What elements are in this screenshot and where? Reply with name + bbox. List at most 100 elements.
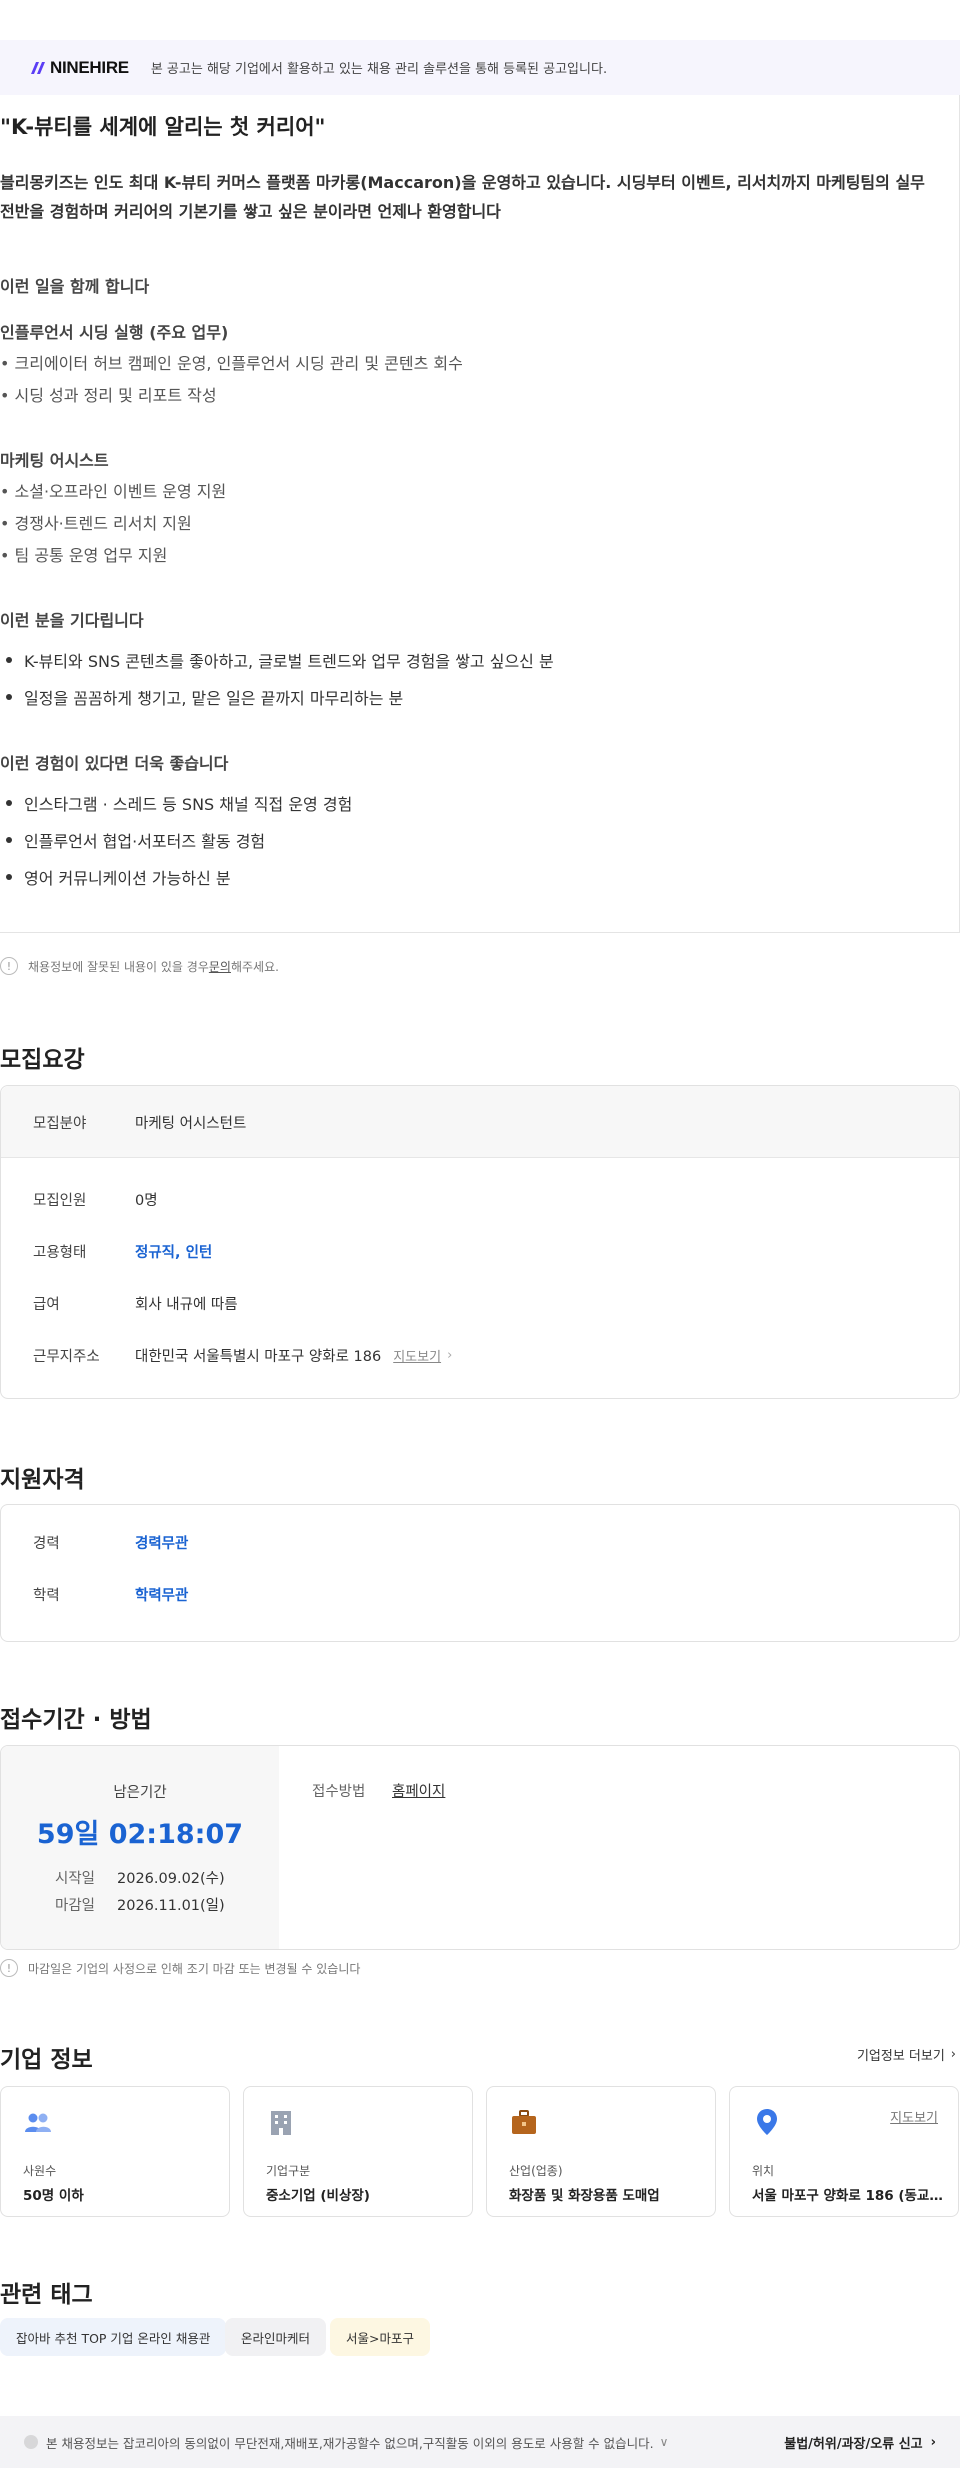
- end-label: 마감일: [55, 1898, 96, 1914]
- recruit-card: 모집분야 마케팅 어시스턴트 모집인원 0명 고용형태 정규직, 인턴 급여 회사 내규…: [0, 1085, 960, 1399]
- company-card-employees: 사원수 50명 이하: [0, 2086, 230, 2217]
- apply-card: 남은기간 59일 02:18:07 시작일 2026.09.02(수) 마감일 20…: [0, 1745, 960, 1950]
- chevron-right-icon: ›: [447, 1348, 453, 1363]
- recruit-field: 모집분야 마케팅 어시스턴트: [33, 1112, 246, 1133]
- wait-section-title: 이런 분을 기다립니다: [0, 611, 144, 630]
- career-value: 경력무관: [135, 1536, 189, 1552]
- company-section-title: 기업 정보: [0, 2047, 93, 2073]
- more-link-text: 기업정보 더보기: [856, 2049, 945, 2064]
- seeding-title: 인플루언서 시딩 실행 (주요 업무): [0, 323, 229, 342]
- card-label: 위치: [752, 2164, 775, 2178]
- building-icon: [271, 2111, 291, 2135]
- bullet-icon: [6, 800, 12, 806]
- chevron-right-icon: ›: [950, 2047, 956, 2062]
- address-value: 대한민국 서울특별시 마포구 양화로 186: [135, 1349, 382, 1365]
- type-label: 고용형태: [33, 1245, 87, 1261]
- apply-period-panel: 남은기간 59일 02:18:07 시작일 2026.09.02(수) 마감일 20…: [1, 1746, 279, 1949]
- solution-banner: NINEHIRE 본 공고는 해당 기업에서 활용하고 있는 채용 관리 솔루션…: [0, 40, 960, 95]
- salary-label: 급여: [33, 1297, 60, 1313]
- list-item-text: 영어 커뮤니케이션 가능하신 분: [24, 869, 231, 888]
- headcount-value: 0명: [135, 1193, 158, 1209]
- job-headline: "K-뷰티를 세계에 알리는 첫 커리어": [0, 115, 326, 139]
- recruit-headcount: 모집인원 0명: [33, 1189, 158, 1210]
- apply-method-row: 접수방법 홈페이지: [312, 1780, 445, 1801]
- recruit-field-row: 모집분야 마케팅 어시스턴트: [1, 1086, 959, 1158]
- card-label: 사원수: [23, 2164, 57, 2178]
- error-report-notice: ! 채용정보에 잘못된 내용이 있을 경우 문의 해주세요.: [0, 957, 279, 975]
- recruit-employment-type: 고용형태 정규직, 인턴: [33, 1241, 212, 1262]
- address-label: 근무지주소: [33, 1349, 100, 1365]
- qualify-section-title: 지원자격: [0, 1467, 85, 1493]
- inquiry-link[interactable]: 문의: [209, 958, 231, 975]
- homepage-link[interactable]: 홈페이지: [392, 1780, 445, 1801]
- deadline-notice: ! 마감일은 기업의 사정으로 인해 조기 마감 또는 변경될 수 있습니다: [0, 1959, 360, 1977]
- list-item: 영어 커뮤니케이션 가능하신 분: [0, 865, 231, 889]
- start-label: 시작일: [55, 1871, 96, 1887]
- map-link[interactable]: 지도보기: [393, 1346, 441, 1365]
- remaining-countdown: 59일 02:18:07: [36, 1819, 244, 1850]
- list-item: • 크리에이터 허브 캠페인 운영, 인플루언서 시딩 관리 및 콘텐츠 회수: [0, 354, 463, 373]
- company-more-link[interactable]: 기업정보 더보기 ›: [857, 2045, 956, 2064]
- recruit-salary: 급여 회사 내규에 따름: [33, 1293, 238, 1314]
- card-value: 50명 이하: [23, 2188, 84, 2204]
- edu-label: 학력: [33, 1588, 60, 1604]
- list-item: 일정을 꼼꼼하게 챙기고, 맡은 일은 끝까지 마무리하는 분: [0, 685, 403, 709]
- bullet-icon: [6, 837, 12, 843]
- qualify-card: 경력 경력무관 학력 학력무관: [0, 1504, 960, 1642]
- briefcase-icon: [512, 2110, 536, 2134]
- copyright-notice: 본 채용정보는 잡코리아의 동의없이 무단전재,재배포,재가공할수 없으며,구직…: [46, 2435, 654, 2451]
- end-value: 2026.11.01(일): [117, 1898, 225, 1914]
- list-item: • 팀 공통 운영 업무 지원: [0, 546, 168, 565]
- apply-section-title: 접수기간 · 방법: [0, 1707, 152, 1733]
- list-item: K-뷰티와 SNS 콘텐츠를 좋아하고, 글로벌 트렌드와 업무 경험을 쌓고 …: [0, 648, 554, 672]
- plus-section-title: 이런 경험이 있다면 더욱 좋습니다: [0, 754, 229, 773]
- logo-text: NINEHIRE: [50, 57, 129, 77]
- tags-section-title: 관련 태그: [0, 2282, 93, 2308]
- work-section-title: 이런 일을 함께 합니다: [0, 277, 150, 296]
- location-map-link[interactable]: 지도보기: [890, 2107, 938, 2126]
- job-intro: 블리몽키즈는 인도 최대 K-뷰티 커머스 플랫폼 마카롱(Maccaron)을…: [0, 173, 925, 221]
- company-card-industry: 산업(업종) 화장품 및 화장용품 도매업: [486, 2086, 716, 2217]
- tag-chip[interactable]: 온라인마케터: [225, 2318, 327, 2356]
- company-card-location: 지도보기 위치 서울 마포구 양화로 186 (동교동...: [729, 2086, 959, 2217]
- bullet-icon: [6, 694, 12, 700]
- tag-chip[interactable]: 서울>마포구: [330, 2318, 430, 2356]
- start-date-row: 시작일 2026.09.02(수): [55, 1867, 225, 1888]
- copyright-footer: 본 채용정보는 잡코리아의 동의없이 무단전재,재배포,재가공할수 없으며,구직…: [0, 2416, 960, 2468]
- location-pin-icon: [757, 2109, 777, 2135]
- ninehire-logo[interactable]: NINEHIRE: [30, 58, 129, 78]
- card-value: 중소기업 (비상장): [266, 2188, 370, 2204]
- list-item: • 소셜·오프라인 이벤트 운영 지원: [0, 482, 227, 501]
- edu-value: 학력무관: [135, 1588, 189, 1604]
- info-icon: !: [0, 1959, 18, 1977]
- qualify-career: 경력 경력무관: [33, 1532, 188, 1553]
- list-item: 인스타그램 · 스레드 등 SNS 채널 직접 운영 경험: [0, 791, 352, 815]
- start-value: 2026.09.02(수): [117, 1871, 225, 1887]
- chevron-down-icon[interactable]: ∨: [660, 2435, 669, 2449]
- report-button[interactable]: 불법/허위/과장/오류 신고 ›: [784, 2433, 936, 2452]
- bullet-icon: [6, 657, 12, 663]
- info-dot-icon: [24, 2435, 38, 2449]
- end-date-row: 마감일 2026.11.01(일): [55, 1894, 225, 1915]
- bullet-icon: [6, 874, 12, 880]
- headcount-label: 모집인원: [33, 1193, 87, 1209]
- company-card-type: 기업구분 중소기업 (비상장): [243, 2086, 473, 2217]
- recruit-address: 근무지주소 대한민국 서울특별시 마포구 양화로 186 지도보기 ›: [33, 1345, 452, 1366]
- field-value: 마케팅 어시스턴트: [135, 1116, 247, 1132]
- assist-title: 마케팅 어시스트: [0, 451, 109, 470]
- ninehire-logo-icon: [31, 61, 45, 74]
- tag-chip[interactable]: 잡아바 추천 TOP 기업 온라인 채용관: [0, 2318, 227, 2356]
- card-value: 서울 마포구 양화로 186 (동교동...: [752, 2188, 948, 2204]
- notice-text-end: 해주세요.: [230, 959, 279, 974]
- job-detail-content: "K-뷰티를 세계에 알리는 첫 커리어" 블리몽키즈는 인도 최대 K-뷰티 …: [0, 95, 960, 933]
- people-icon: [25, 2113, 51, 2132]
- list-item-text: K-뷰티와 SNS 콘텐츠를 좋아하고, 글로벌 트렌드와 업무 경험을 쌓고 …: [24, 652, 554, 671]
- chevron-right-icon: ›: [930, 2434, 936, 2450]
- card-label: 기업구분: [266, 2164, 311, 2178]
- list-item: • 시딩 성과 정리 및 리포트 작성: [0, 386, 217, 405]
- list-item-text: 인스타그램 · 스레드 등 SNS 채널 직접 운영 경험: [24, 795, 353, 814]
- notice-text: 채용정보에 잘못된 내용이 있을 경우: [28, 959, 209, 974]
- card-label: 산업(업종): [509, 2164, 563, 2178]
- type-value: 정규직, 인턴: [135, 1245, 213, 1261]
- list-item: • 경쟁사·트렌드 리서치 지원: [0, 514, 192, 533]
